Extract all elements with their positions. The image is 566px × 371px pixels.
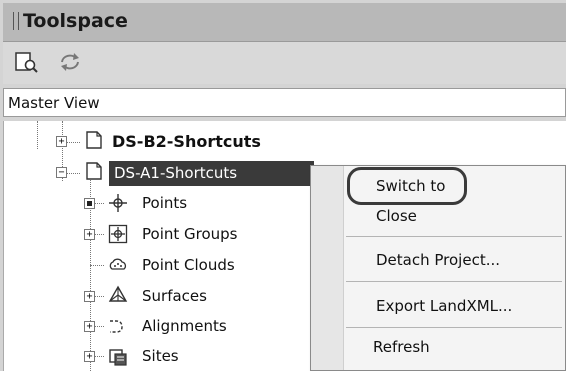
menu-separator [346,236,562,237]
point-clouds-icon [108,255,128,275]
expand-plus-icon[interactable]: + [84,291,95,302]
tree-item-label[interactable]: Point Clouds [142,256,235,274]
expand-plus-icon[interactable]: + [84,321,95,332]
menu-separator [346,281,562,282]
panel-title: Toolspace [23,10,128,32]
expander-filled-icon[interactable] [84,198,95,209]
toolbar [3,42,566,84]
view-selector[interactable]: Master View [3,88,566,117]
tree-item-label[interactable]: Alignments [142,317,227,335]
view-selector-value: Master View [8,94,100,112]
alignments-icon [108,316,128,336]
menu-item-close[interactable]: Close [376,207,417,225]
menu-item-export-landxml[interactable]: Export LandXML... [376,297,512,315]
point-groups-icon [108,224,128,244]
expand-plus-icon[interactable]: + [56,136,67,147]
surfaces-icon [108,285,128,305]
menu-item-refresh[interactable]: Refresh [373,338,430,356]
grip-handle-icon[interactable] [13,12,19,30]
tree-item-label[interactable]: Surfaces [142,287,207,305]
tree-item-label[interactable]: Sites [142,347,179,365]
project-explorer-icon[interactable] [14,50,40,74]
tree-connector [90,265,104,266]
menu-item-detach-project[interactable]: Detach Project... [376,251,500,269]
toolspace-window: Toolspace Master View + DS-B2-Shortcuts … [0,0,566,371]
expand-plus-icon[interactable]: + [84,351,95,362]
tree-item-label[interactable]: Point Groups [142,225,238,243]
tree-item-label[interactable]: Points [142,194,187,212]
menu-separator [346,327,562,328]
folder-icon [84,161,104,181]
sites-icon [108,346,128,366]
collapse-minus-icon[interactable]: − [56,167,67,178]
tree-item-label[interactable]: DS-B2-Shortcuts [112,132,261,151]
tree-item-label[interactable]: DS-A1-Shortcuts [114,164,237,182]
tree-connector [37,121,38,149]
expand-plus-icon[interactable]: + [84,229,95,240]
highlight-callout [347,167,467,205]
folder-icon [84,130,104,150]
title-bar[interactable]: Toolspace [3,3,566,42]
refresh-icon[interactable] [57,50,83,74]
points-icon [108,193,128,213]
menu-icon-strip [311,166,344,370]
